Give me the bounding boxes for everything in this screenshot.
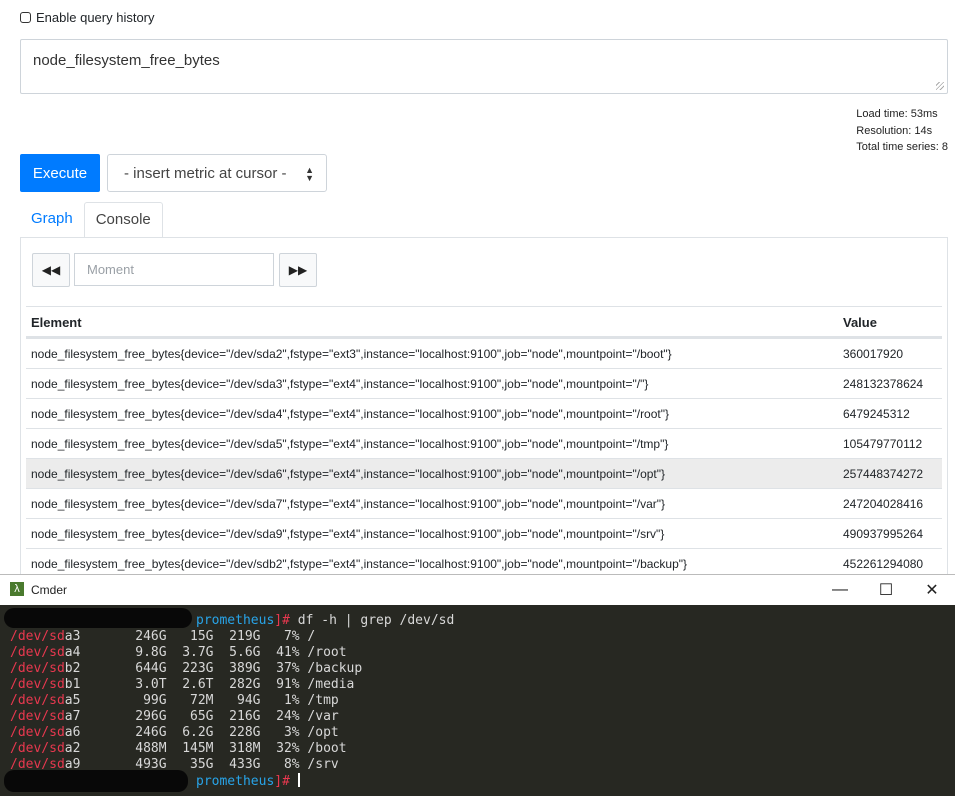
text-cursor bbox=[297, 773, 300, 787]
df-line: /dev/sda6 246G 6.2G 228G 3% /opt bbox=[10, 725, 339, 741]
df-stats: 246G 15G 219G 7% / bbox=[80, 629, 316, 644]
select-arrows-icon: ▲ ▼ bbox=[305, 165, 314, 183]
df-dev-suffix: b1 bbox=[64, 677, 81, 692]
row-element: node_filesystem_free_bytes{device="/dev/… bbox=[31, 497, 666, 511]
df-dev-suffix: a6 bbox=[64, 725, 81, 740]
row-value: 360017920 bbox=[843, 347, 904, 361]
table-row: node_filesystem_free_bytes{device="/dev/… bbox=[26, 338, 942, 368]
expression-text: node_filesystem_free_bytes bbox=[33, 52, 220, 69]
header-value: Value bbox=[843, 315, 877, 330]
resolution: Resolution: 14s bbox=[856, 124, 933, 137]
row-value: 247204028416 bbox=[843, 497, 924, 511]
maximize-icon[interactable]: ☐ bbox=[863, 575, 909, 605]
table-header: Element Value bbox=[26, 306, 942, 338]
row-value: 105479770112 bbox=[843, 437, 923, 451]
results-table: Element Value node_filesystem_free_bytes… bbox=[26, 306, 942, 578]
df-stats: 99G 72M 94G 1% /tmp bbox=[80, 693, 339, 708]
df-line: /dev/sda2 488M 145M 318M 32% /boot bbox=[10, 741, 347, 757]
row-value: 257448374272 bbox=[843, 467, 924, 481]
df-line: /dev/sda4 9.8G 3.7G 5.6G 41% /root bbox=[10, 645, 347, 661]
df-dev-suffix: a2 bbox=[64, 741, 81, 756]
row-element: node_filesystem_free_bytes{device="/dev/… bbox=[31, 347, 672, 361]
view-tabs: Graph Console bbox=[20, 202, 163, 238]
prompt-line: prometheus]# bbox=[196, 773, 300, 790]
prompt-host: prometheus bbox=[196, 613, 275, 628]
df-dev: /dev/sd bbox=[10, 709, 65, 724]
table-row: node_filesystem_free_bytes{device="/dev/… bbox=[26, 428, 942, 458]
window-title: Cmder bbox=[31, 583, 68, 597]
cmder-titlebar[interactable]: λ Cmder — ☐ ✕ bbox=[0, 574, 955, 605]
table-row: node_filesystem_free_bytes{device="/dev/… bbox=[26, 398, 942, 428]
df-dev: /dev/sd bbox=[10, 645, 65, 660]
df-stats: 9.8G 3.7G 5.6G 41% /root bbox=[80, 645, 347, 660]
table-row: node_filesystem_free_bytes{device="/dev/… bbox=[26, 458, 942, 488]
expression-input[interactable]: node_filesystem_free_bytes bbox=[20, 39, 948, 94]
df-dev-suffix: a4 bbox=[64, 645, 81, 660]
resize-grip-icon[interactable] bbox=[936, 82, 944, 90]
minimize-icon[interactable]: — bbox=[817, 575, 863, 605]
query-history-toggle[interactable]: Enable query history bbox=[20, 10, 155, 25]
insert-metric-select[interactable]: - insert metric at cursor - ▲ ▼ bbox=[107, 154, 327, 192]
df-dev: /dev/sd bbox=[10, 693, 65, 708]
header-element: Element bbox=[31, 315, 82, 330]
query-history-label: Enable query history bbox=[36, 10, 155, 25]
df-dev-suffix: a5 bbox=[64, 693, 81, 708]
table-row: node_filesystem_free_bytes{device="/dev/… bbox=[26, 488, 942, 518]
rewind-icon[interactable]: ◀◀ bbox=[32, 253, 70, 287]
df-stats: 488M 145M 318M 32% /boot bbox=[80, 741, 347, 756]
row-element: node_filesystem_free_bytes{device="/dev/… bbox=[31, 377, 649, 391]
row-element: node_filesystem_free_bytes{device="/dev/… bbox=[31, 467, 666, 481]
insert-metric-label: - insert metric at cursor - bbox=[124, 164, 287, 182]
df-stats: 3.0T 2.6T 282G 91% /media bbox=[80, 677, 355, 692]
df-dev: /dev/sd bbox=[10, 741, 65, 756]
query-history-checkbox[interactable] bbox=[20, 12, 31, 23]
row-element: node_filesystem_free_bytes{device="/dev/… bbox=[31, 437, 669, 451]
close-icon[interactable]: ✕ bbox=[909, 575, 955, 605]
tab-console[interactable]: Console bbox=[83, 202, 163, 238]
row-element: node_filesystem_free_bytes{device="/dev/… bbox=[31, 527, 665, 541]
table-row: node_filesystem_free_bytes{device="/dev/… bbox=[26, 518, 942, 548]
df-stats: 246G 6.2G 228G 3% /opt bbox=[80, 725, 339, 740]
prompt-suffix: ]# bbox=[274, 613, 290, 628]
prompt-suffix: ]# bbox=[274, 774, 290, 789]
df-dev-suffix: a7 bbox=[64, 709, 81, 724]
row-value: 248132378624 bbox=[843, 377, 924, 391]
df-line: /dev/sda5 99G 72M 94G 1% /tmp bbox=[10, 693, 339, 709]
row-value: 6479245312 bbox=[843, 407, 910, 421]
df-line: /dev/sda7 296G 65G 216G 24% /var bbox=[10, 709, 339, 725]
df-dev: /dev/sd bbox=[10, 725, 65, 740]
total-series: Total time series: 8 bbox=[856, 141, 948, 153]
redacted-user-host bbox=[4, 770, 188, 792]
command-text: df -h | grep /dev/sd bbox=[289, 613, 455, 628]
df-dev: /dev/sd bbox=[10, 677, 65, 692]
df-dev: /dev/sd bbox=[10, 629, 65, 644]
df-dev: /dev/sd bbox=[10, 661, 65, 676]
table-row: node_filesystem_free_bytes{device="/dev/… bbox=[26, 368, 942, 398]
df-dev-suffix: a3 bbox=[64, 629, 81, 644]
execute-button[interactable]: Execute bbox=[20, 154, 100, 192]
prompt-host: prometheus bbox=[196, 774, 275, 789]
fast-forward-icon[interactable]: ▶▶ bbox=[279, 253, 317, 287]
query-stats: Load time: 53ms Resolution: 14s Total ti… bbox=[856, 106, 948, 156]
df-dev-suffix: b2 bbox=[64, 661, 81, 676]
load-time: Load time: 53ms bbox=[856, 108, 938, 120]
command-line: prometheus]# df -h | grep /dev/sd bbox=[196, 613, 454, 629]
redacted-user-host bbox=[4, 608, 192, 628]
df-line: /dev/sda3 246G 15G 219G 7% / bbox=[10, 629, 315, 645]
df-line: /dev/sdb1 3.0T 2.6T 282G 91% /media bbox=[10, 677, 354, 693]
df-stats: 296G 65G 216G 24% /var bbox=[80, 709, 339, 724]
row-element: node_filesystem_free_bytes{device="/dev/… bbox=[31, 407, 670, 421]
terminal-output[interactable]: prometheus]# df -h | grep /dev/sd /dev/s… bbox=[0, 605, 955, 796]
tab-graph[interactable]: Graph bbox=[20, 202, 84, 238]
cmder-lambda-icon: λ bbox=[10, 582, 24, 596]
moment-input[interactable]: Moment bbox=[74, 253, 274, 286]
df-stats: 644G 223G 389G 37% /backup bbox=[80, 661, 363, 676]
row-value: 490937995264 bbox=[843, 527, 924, 541]
df-line: /dev/sdb2 644G 223G 389G 37% /backup bbox=[10, 661, 362, 677]
cmder-window: λ Cmder — ☐ ✕ prometheus]# df -h | grep … bbox=[0, 574, 955, 796]
